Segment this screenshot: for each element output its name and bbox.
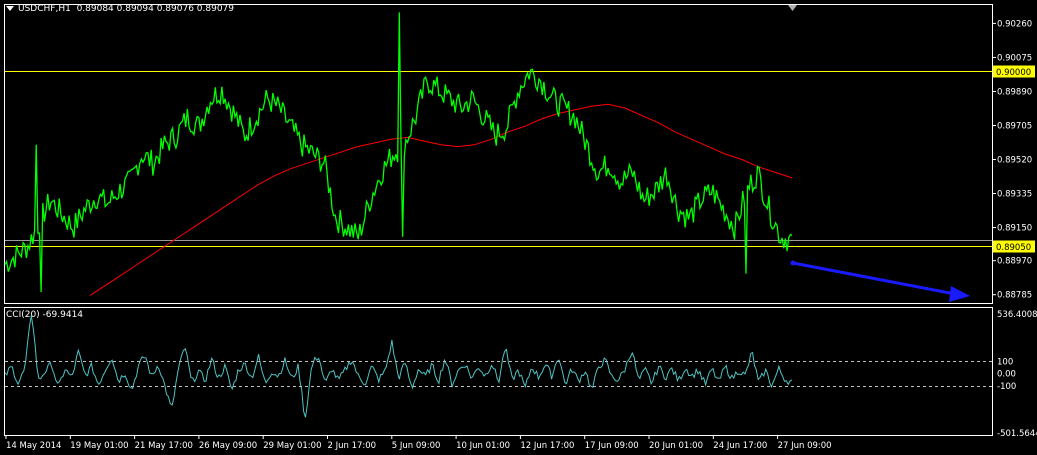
time-tick-label: 19 May 01:00 xyxy=(70,441,128,451)
price-panel-frame xyxy=(4,4,993,304)
ohlc-label: 0.89084 0.89094 0.89076 0.89079 xyxy=(76,4,235,14)
price-line xyxy=(4,12,793,293)
cci-tick-label: 536.4008 xyxy=(997,310,1037,320)
time-tick-label: 27 Jun 09:00 xyxy=(778,441,832,451)
time-tick-label: 24 Jun 17:00 xyxy=(713,441,767,451)
price-tick-label: 0.89705 xyxy=(997,121,1032,131)
time-tick-label: 14 May 2014 xyxy=(6,441,61,451)
time-tick-label: 21 May 17:00 xyxy=(135,441,193,451)
chart-canvas: 0.90000 0.89050 0.90260 0.90075 0.89890 0.897… xyxy=(4,4,1037,451)
price-tick-label: 0.90260 xyxy=(997,19,1032,29)
indicator-header: CCI(20) -69.9414 xyxy=(6,310,84,320)
cci-line xyxy=(4,315,793,418)
time-tick-label: 2 Jun 17:00 xyxy=(328,441,377,451)
time-tick-label: 12 Jun 17:00 xyxy=(520,441,574,451)
trend-arrow-line xyxy=(792,261,956,296)
time-tick-label: 20 Jun 01:00 xyxy=(649,441,703,451)
time-tick-label: 29 May 01:00 xyxy=(263,441,321,451)
cci-tick-label: -501.5644 xyxy=(997,429,1037,439)
time-tick-label: 10 Jun 01:00 xyxy=(456,441,510,451)
time-tick-label: 17 Jun 09:00 xyxy=(585,441,639,451)
price-tick-label: 0.89520 xyxy=(997,156,1032,166)
symbol-label: USDCHF,H1 xyxy=(18,4,71,14)
trend-arrow-start xyxy=(790,260,796,266)
chart-shift-marker[interactable] xyxy=(788,5,797,11)
symbol-header: USDCHF,H1 0.89084 0.89094 0.89076 0.8907… xyxy=(6,4,234,14)
cci-tick-label: -100 xyxy=(997,382,1016,392)
moving-average-line xyxy=(89,103,793,297)
dropdown-triangle-icon[interactable] xyxy=(6,6,14,11)
cci-tick-label: 100 xyxy=(997,357,1013,367)
price-tick-label: 0.89335 xyxy=(997,190,1032,200)
time-tick-label: 26 May 09:00 xyxy=(199,441,257,451)
indicator-panel-frame xyxy=(4,307,993,436)
cci-tick-label: 0.00 xyxy=(997,370,1016,380)
price-tick-label: 0.88785 xyxy=(997,291,1032,301)
price-tick-label: 0.90075 xyxy=(997,53,1032,63)
trend-arrow-head xyxy=(949,286,970,302)
level-price-label: 0.89050 xyxy=(996,243,1031,253)
level-price-label: 0.90000 xyxy=(996,68,1031,78)
price-tick-label: 0.89150 xyxy=(997,224,1032,234)
price-tick-label: 0.88970 xyxy=(997,257,1032,267)
time-tick-label: 5 Jun 09:00 xyxy=(392,441,441,451)
price-tick-label: 0.89890 xyxy=(997,87,1032,97)
